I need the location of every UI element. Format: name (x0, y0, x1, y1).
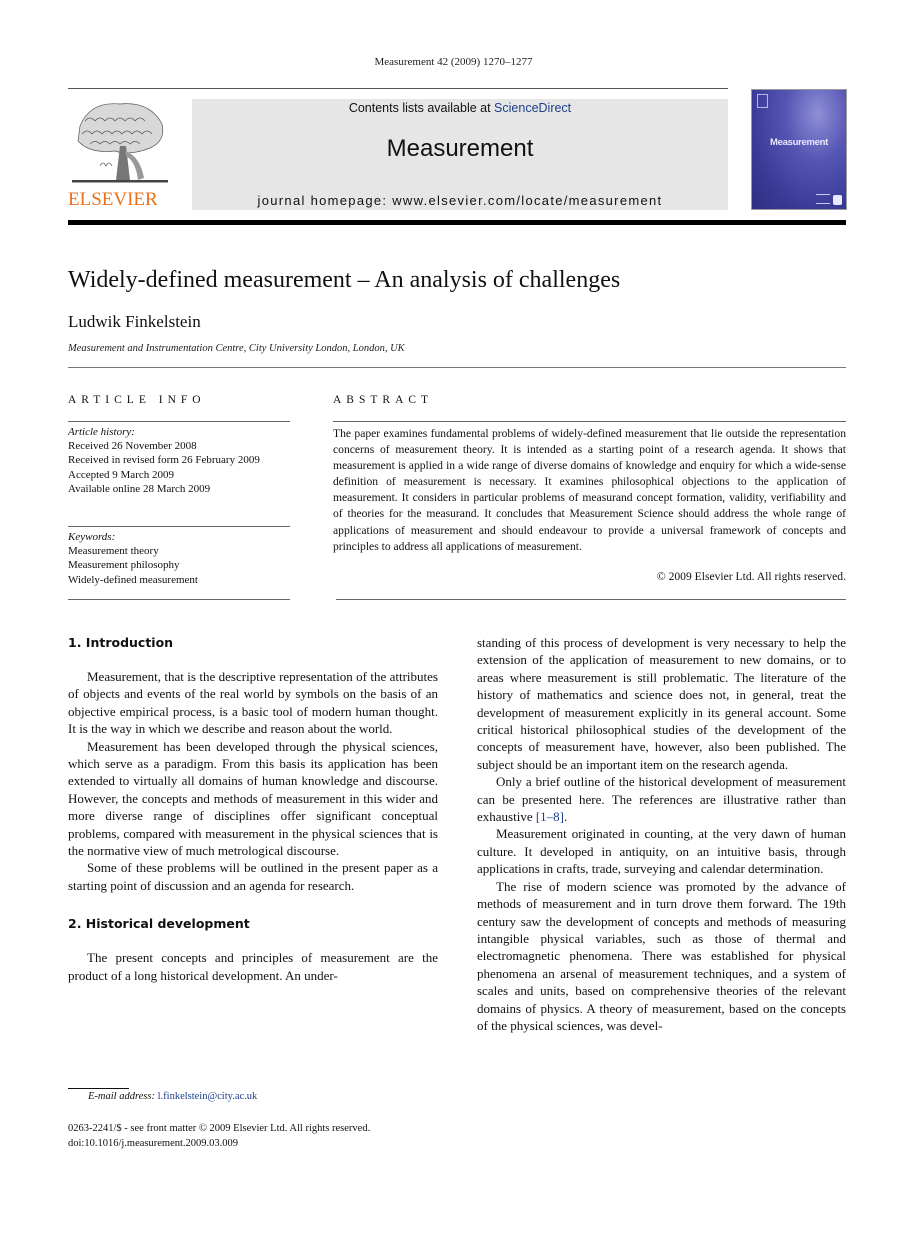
keyword-item: Widely-defined measurement (68, 573, 198, 586)
contents-prefix: Contents lists available at (348, 101, 495, 115)
article-info-rule-mid (68, 526, 290, 527)
history-label: Article history: (68, 426, 135, 438)
body-column-left: 1. Introduction Measurement, that is the… (68, 634, 438, 984)
abstract-rule-bottom (336, 599, 846, 600)
article-title: Widely-defined measurement – An analysis… (68, 267, 621, 293)
masthead-thick-rule (68, 220, 846, 225)
history-item: Available online 28 March 2009 (68, 482, 211, 495)
history-item: Accepted 9 March 2009 (68, 468, 174, 481)
journal-homepage-link[interactable]: journal homepage: www.elsevier.com/locat… (192, 193, 728, 208)
keywords-label: Keywords: (68, 531, 116, 543)
body-paragraph: Measurement has been developed through t… (68, 738, 438, 859)
abstract-text: The paper examines fundamental problems … (333, 427, 846, 553)
history-item: Received 26 November 2008 (68, 440, 197, 453)
body-paragraph: The present concepts and principles of m… (68, 950, 438, 983)
article-info-rule-bottom (68, 599, 290, 600)
doi-line[interactable]: doi:10.1016/j.measurement.2009.03.009 (68, 1137, 370, 1152)
elsevier-tree-icon (72, 103, 168, 183)
running-head: Measurement 42 (2009) 1270–1277 (374, 56, 533, 68)
abstract-copyright: © 2009 Elsevier Ltd. All rights reserved… (656, 570, 846, 583)
article-author: Ludwik Finkelstein (68, 312, 201, 331)
journal-name: Measurement (386, 135, 534, 162)
cover-title: Measurement (770, 137, 828, 148)
footnote-rule (68, 1088, 129, 1089)
email-link[interactable]: l.finkelstein@city.ac.uk (158, 1091, 258, 1102)
section-heading-historical-development: 2. Historical development (68, 916, 250, 932)
article-history: Article history: Received 26 November 20… (68, 425, 293, 496)
email-label: E-mail address: (88, 1091, 155, 1102)
journal-banner: Contents lists available at ScienceDirec… (192, 99, 728, 210)
article-info-heading: ARTICLE INFO (68, 394, 206, 406)
body-paragraph: Only a brief outline of the historical d… (477, 773, 846, 825)
cover-text-lines (816, 194, 830, 204)
elsevier-logo[interactable]: ELSEVIER (66, 96, 176, 212)
contents-line: Contents lists available at ScienceDirec… (192, 101, 728, 115)
masthead-top-rule (68, 88, 728, 89)
body-column-right: standing of this process of development … (477, 634, 846, 1034)
body-paragraph: Measurement, that is the descriptive rep… (68, 669, 438, 737)
keywords: Keywords: Measurement theory Measurement… (68, 530, 293, 587)
body-paragraph: The rise of modern science was promoted … (477, 878, 846, 1033)
paragraph-text: . (564, 809, 568, 825)
front-matter: 0263-2241/$ - see front matter © 2009 El… (68, 1122, 370, 1151)
cover-badge-icon (833, 195, 842, 205)
abstract-rule-top (333, 421, 846, 422)
section-heading-introduction: 1. Introduction (68, 635, 174, 650)
cover-emblem-icon (757, 94, 768, 108)
paragraph-text: Only a brief outline of the historical d… (477, 774, 846, 825)
sciencedirect-link[interactable]: ScienceDirect (494, 101, 571, 115)
history-item: Received in revised form 26 February 200… (68, 454, 260, 467)
journal-cover-thumbnail[interactable]: Measurement (751, 89, 847, 210)
body-paragraph: Some of these problems will be outlined … (68, 860, 438, 893)
body-paragraph-continuation: standing of this process of development … (477, 635, 846, 772)
affiliation-rule (68, 367, 846, 368)
author-affiliation: Measurement and Instrumentation Centre, … (68, 343, 405, 354)
article-info-rule-top (68, 421, 290, 422)
abstract-heading: ABSTRACT (333, 394, 434, 406)
citation-link[interactable]: [1–8] (536, 809, 564, 824)
issn-line: 0263-2241/$ - see front matter © 2009 El… (68, 1123, 371, 1134)
keyword-item: Measurement philosophy (68, 559, 180, 572)
footnote-email: E-mail address: l.finkelstein@city.ac.uk (88, 1091, 257, 1102)
elsevier-wordmark: ELSEVIER (68, 189, 158, 210)
body-paragraph: Measurement originated in counting, at t… (477, 826, 846, 877)
keyword-item: Measurement theory (68, 545, 159, 558)
